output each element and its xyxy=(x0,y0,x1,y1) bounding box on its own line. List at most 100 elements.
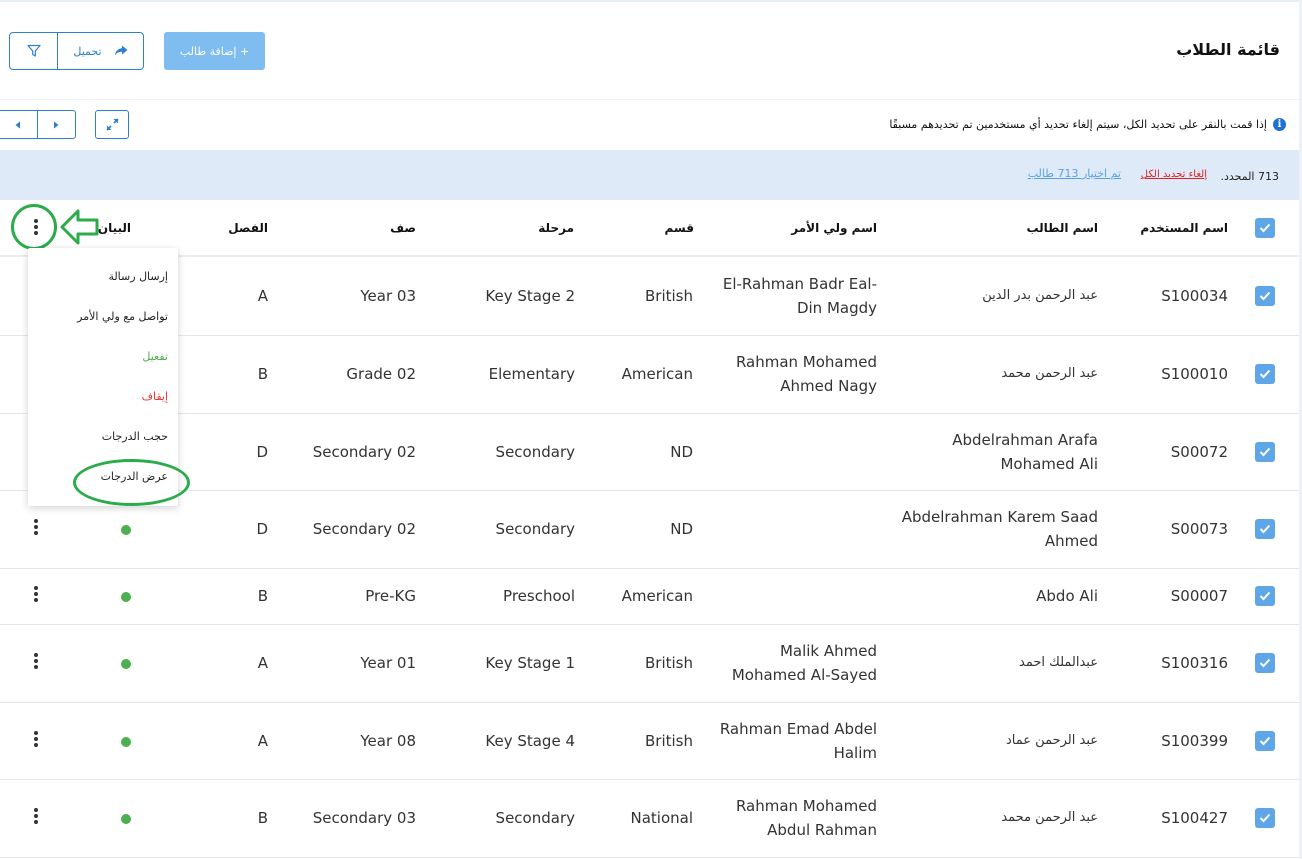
info-icon: i xyxy=(1273,118,1286,131)
cell-stage-line: Secondary xyxy=(495,809,575,827)
unselect-all-link[interactable]: إلغاء تحديد الكل xyxy=(1141,169,1207,180)
col-stage[interactable]: مرحلة xyxy=(538,221,574,235)
cell-student-name-line: Abdelrahman Arafa xyxy=(952,430,1098,449)
check-icon xyxy=(1259,223,1271,233)
row-checkbox[interactable] xyxy=(1255,586,1275,606)
menu-contact-guardian[interactable]: تواصل مع ولي الأمر xyxy=(77,310,168,323)
cell-student-name-line: Abdo Ali xyxy=(1036,587,1098,605)
row-checkbox[interactable] xyxy=(1255,730,1275,751)
cell-username-line: S100427 xyxy=(1161,809,1228,827)
kebab-icon[interactable] xyxy=(33,808,39,824)
cell-username-line: S00007 xyxy=(1170,587,1228,605)
cell-student-name: Abdo Ali xyxy=(1036,584,1098,608)
top-border xyxy=(0,0,1302,2)
row-checkbox[interactable] xyxy=(1255,653,1275,673)
cell-grade-line: Grade 02 xyxy=(346,365,416,383)
scroll-right-button[interactable] xyxy=(38,111,76,138)
selection-banner: 713 المحدد. إلغاء تحديد الكل تم اختيار 7… xyxy=(0,150,1299,200)
cell-department: British xyxy=(645,284,693,308)
col-info[interactable]: البيان xyxy=(98,221,131,235)
cell-guardian-name-line: Halim xyxy=(833,743,877,762)
fullscreen-button[interactable] xyxy=(95,110,129,139)
add-student-button[interactable]: + إضافة طالب xyxy=(164,32,265,70)
selected-students-link[interactable]: تم اختيار 713 طالب xyxy=(1028,167,1121,180)
cell-username-line: S100034 xyxy=(1161,287,1228,305)
cell-username-line: S100399 xyxy=(1161,731,1228,750)
check-icon xyxy=(1259,591,1271,601)
menu-hide-grades[interactable]: حجب الدرجات xyxy=(102,430,168,443)
kebab-icon[interactable] xyxy=(33,653,39,669)
cell-student-name-line: عبد الرحمن محمد xyxy=(1001,810,1098,825)
col-department[interactable]: قسم xyxy=(665,221,694,235)
cell-stage-line: Key Stage 2 xyxy=(485,287,575,305)
kebab-icon[interactable] xyxy=(33,730,39,747)
cell-guardian-name-line: Rahman Mohamed xyxy=(735,353,877,371)
cell-username: S00073 xyxy=(1171,517,1228,541)
kebab-icon[interactable] xyxy=(33,519,39,535)
col-grade[interactable]: صف xyxy=(390,221,416,235)
row-checkbox[interactable] xyxy=(1255,286,1275,306)
row-checkbox[interactable] xyxy=(1255,808,1275,828)
status-dot xyxy=(121,659,131,669)
menu-send-message[interactable]: إرسال رسالة xyxy=(108,270,168,283)
kebab-icon[interactable] xyxy=(33,586,39,602)
cell-grade: Year 01 xyxy=(360,651,416,675)
col-username[interactable]: اسم المستخدم xyxy=(1140,221,1228,235)
cell-grade-line: Year 01 xyxy=(360,654,416,672)
cell-class: B xyxy=(258,362,268,386)
cell-class: B xyxy=(258,806,268,830)
check-icon xyxy=(1259,658,1271,668)
cell-username: S100399 xyxy=(1161,729,1228,753)
cell-class-line: D xyxy=(256,442,268,461)
cell-stage: Key Stage 2 xyxy=(485,284,575,308)
cell-grade-line: Secondary 02 xyxy=(312,520,416,538)
cell-student-name-line: عبد الرحمن بدر الدين xyxy=(982,288,1098,303)
col-guardian-name[interactable]: اسم ولي الأمر xyxy=(791,221,877,235)
cell-stage: Key Stage 4 xyxy=(485,729,575,753)
cell-class-line: B xyxy=(257,809,268,827)
annotation-circle xyxy=(11,204,57,250)
cell-guardian-name: Malik Ahmed Mohamed Al-Sayed xyxy=(732,639,877,687)
select-all-checkbox[interactable] xyxy=(1255,218,1275,238)
menu-suspend[interactable]: إيقاف xyxy=(142,390,168,403)
row-checkbox[interactable] xyxy=(1255,519,1275,539)
status-dot xyxy=(121,736,131,747)
cell-guardian-name-line: Abdul Rahman xyxy=(767,821,877,839)
cell-department-line: ND xyxy=(670,442,693,461)
menu-activate[interactable]: تفعيل xyxy=(142,350,168,363)
cell-department: ND xyxy=(670,440,693,464)
col-class[interactable]: الفصل xyxy=(228,221,268,235)
cell-grade: Year 08 xyxy=(360,729,416,753)
cell-student-name: Abdelrahman Karem Saad Ahmed xyxy=(902,505,1098,553)
col-student-name[interactable]: اسم الطالب xyxy=(1026,221,1098,235)
caret-left-icon xyxy=(15,121,20,128)
selected-count: 713 المحدد. xyxy=(1220,170,1279,183)
cell-guardian-name: El-Rahman Badr Eal- Din Magdy xyxy=(723,272,877,320)
cell-username: S00007 xyxy=(1171,584,1228,608)
cell-student-name-line: عبدالملك احمد xyxy=(1019,655,1098,670)
row-checkbox[interactable] xyxy=(1255,441,1275,462)
row-checkbox[interactable] xyxy=(1255,364,1275,384)
cell-guardian-name-line: El-Rahman Badr Eal- xyxy=(722,275,877,293)
cell-stage-line: Elementary xyxy=(488,365,575,383)
cell-grade-line: Secondary 02 xyxy=(312,442,416,461)
cell-stage: Secondary xyxy=(496,806,575,830)
load-button[interactable]: تحميل xyxy=(58,33,143,69)
cell-grade-line: Year 08 xyxy=(360,731,416,750)
add-student-label: + إضافة طالب xyxy=(179,44,250,58)
cell-student-name-line: عبد الرحمن عماد xyxy=(1006,732,1098,748)
cell-class: D xyxy=(256,440,268,464)
cell-student-name: Abdelrahman Arafa Mohamed Ali xyxy=(952,428,1098,476)
cell-stage-line: Secondary xyxy=(495,442,575,461)
cell-grade-line: Pre-KG xyxy=(365,587,416,605)
scroll-left-button[interactable] xyxy=(0,111,38,138)
filter-button[interactable] xyxy=(10,33,58,69)
cell-grade: Grade 02 xyxy=(346,362,416,386)
annotation-ellipse xyxy=(73,459,190,506)
check-icon xyxy=(1259,524,1271,534)
status-dot xyxy=(121,592,131,602)
filter-icon xyxy=(26,44,41,57)
cell-department: American xyxy=(622,362,693,386)
caret-right-icon xyxy=(54,121,59,128)
load-filter-group: تحميل xyxy=(9,32,144,70)
